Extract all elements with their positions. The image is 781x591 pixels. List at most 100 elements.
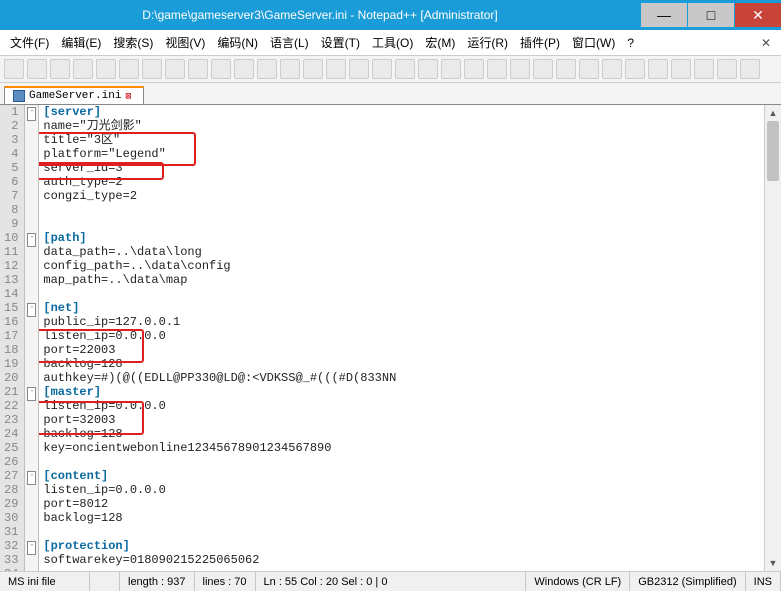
- code-line[interactable]: [43, 525, 764, 539]
- window-title: D:\game\gameserver3\GameServer.ini - Not…: [0, 8, 640, 22]
- tool-misc3-icon[interactable]: [717, 59, 737, 79]
- code-line[interactable]: [43, 287, 764, 301]
- menu-language[interactable]: 语言(L): [264, 32, 315, 53]
- menu-plugins[interactable]: 插件(P): [514, 32, 566, 53]
- tool-replace-icon[interactable]: [303, 59, 323, 79]
- tab-close-icon[interactable]: ⊠: [125, 91, 135, 101]
- tool-misc1-icon[interactable]: [671, 59, 691, 79]
- code-line[interactable]: [net]: [43, 301, 764, 315]
- tool-record-icon[interactable]: [556, 59, 576, 79]
- menu-window[interactable]: 窗口(W): [566, 32, 621, 53]
- code-line[interactable]: [43, 217, 764, 231]
- minimize-button[interactable]: —: [641, 3, 687, 27]
- scroll-up-icon[interactable]: ▲: [765, 105, 781, 121]
- tool-closeall-icon[interactable]: [119, 59, 139, 79]
- code-line[interactable]: config_path=..\data\config: [43, 259, 764, 273]
- vertical-scrollbar[interactable]: ▲ ▼: [764, 105, 781, 571]
- code-area[interactable]: [server]name="刀光剑影"title="3区"platform="L…: [39, 105, 764, 571]
- tool-undo-icon[interactable]: [234, 59, 254, 79]
- code-line[interactable]: softwarekey=018090215225065062: [43, 553, 764, 567]
- tool-redo-icon[interactable]: [257, 59, 277, 79]
- code-line[interactable]: backlog=128: [43, 427, 764, 441]
- tool-lang-icon[interactable]: [648, 59, 668, 79]
- tool-new-icon[interactable]: [4, 59, 24, 79]
- tool-docmap-icon[interactable]: [510, 59, 530, 79]
- code-line[interactable]: [43, 455, 764, 469]
- menu-view[interactable]: 视图(V): [159, 32, 211, 53]
- code-line[interactable]: [content]: [43, 469, 764, 483]
- code-line[interactable]: map_path=..\data\map: [43, 273, 764, 287]
- tool-print-icon[interactable]: [142, 59, 162, 79]
- menu-macro[interactable]: 宏(M): [419, 32, 461, 53]
- tool-sync-icon[interactable]: [372, 59, 392, 79]
- code-line[interactable]: listen_ip=0.0.0.0: [43, 483, 764, 497]
- line-number: 30: [4, 511, 18, 525]
- code-line[interactable]: [master]: [43, 385, 764, 399]
- code-line[interactable]: platform="Legend": [43, 147, 764, 161]
- tool-misc2-icon[interactable]: [694, 59, 714, 79]
- tool-monitor-icon[interactable]: [533, 59, 553, 79]
- tool-funclist-icon[interactable]: [487, 59, 507, 79]
- tab-gameserver-ini[interactable]: GameServer.ini ⊠: [4, 86, 144, 104]
- code-line[interactable]: data_path=..\data\long: [43, 245, 764, 259]
- tool-find-icon[interactable]: [280, 59, 300, 79]
- tool-folder-icon[interactable]: [464, 59, 484, 79]
- tool-playmulti-icon[interactable]: [625, 59, 645, 79]
- code-line[interactable]: name="刀光剑影": [43, 119, 764, 133]
- menu-edit[interactable]: 编辑(E): [55, 32, 107, 53]
- code-line[interactable]: public_ip=127.0.0.1: [43, 315, 764, 329]
- line-number: 34: [4, 567, 18, 571]
- code-line[interactable]: server_id=3: [43, 161, 764, 175]
- line-number: 19: [4, 357, 18, 371]
- menu-help[interactable]: ?: [621, 34, 640, 52]
- code-line[interactable]: backlog=128: [43, 511, 764, 525]
- tool-open-icon[interactable]: [27, 59, 47, 79]
- menu-settings[interactable]: 设置(T): [315, 32, 366, 53]
- code-line[interactable]: listen_ip=0.0.0.0: [43, 399, 764, 413]
- tool-stop-icon[interactable]: [602, 59, 622, 79]
- code-line[interactable]: listen_ip=0.0.0.0: [43, 329, 764, 343]
- code-line[interactable]: [43, 203, 764, 217]
- menu-encoding[interactable]: 编码(N): [211, 32, 264, 53]
- code-line[interactable]: [43, 567, 764, 571]
- tool-zoomin-icon[interactable]: [326, 59, 346, 79]
- menu-file[interactable]: 文件(F): [4, 32, 55, 53]
- code-line[interactable]: backlog=128: [43, 357, 764, 371]
- tool-paste-icon[interactable]: [211, 59, 231, 79]
- code-line[interactable]: key=oncientwebonline12345678901234567890: [43, 441, 764, 455]
- scrollbar-thumb[interactable]: [767, 121, 779, 181]
- status-eol: Windows (CR LF): [526, 572, 630, 591]
- code-line[interactable]: [protection]: [43, 539, 764, 553]
- close-button[interactable]: ✕: [735, 3, 781, 27]
- code-line[interactable]: congzi_type=2: [43, 189, 764, 203]
- tool-save-icon[interactable]: [50, 59, 70, 79]
- menu-run[interactable]: 运行(R): [461, 32, 514, 53]
- code-line[interactable]: port=22003: [43, 343, 764, 357]
- line-number: 12: [4, 259, 18, 273]
- tool-cut-icon[interactable]: [165, 59, 185, 79]
- menu-search[interactable]: 搜索(S): [107, 32, 159, 53]
- line-number: 11: [4, 245, 18, 259]
- tabbar: GameServer.ini ⊠: [0, 83, 781, 105]
- tool-close-icon[interactable]: [96, 59, 116, 79]
- tool-saveall-icon[interactable]: [73, 59, 93, 79]
- menu-tools[interactable]: 工具(O): [366, 32, 419, 53]
- maximize-button[interactable]: □: [688, 3, 734, 27]
- code-line[interactable]: auth_type=2: [43, 175, 764, 189]
- tool-play-icon[interactable]: [579, 59, 599, 79]
- code-line[interactable]: port=32003: [43, 413, 764, 427]
- code-line[interactable]: [server]: [43, 105, 764, 119]
- code-line[interactable]: [path]: [43, 231, 764, 245]
- line-number: 6: [4, 175, 18, 189]
- tool-copy-icon[interactable]: [188, 59, 208, 79]
- code-line[interactable]: port=8012: [43, 497, 764, 511]
- tool-zoomout-icon[interactable]: [349, 59, 369, 79]
- tool-indent-icon[interactable]: [441, 59, 461, 79]
- code-line[interactable]: authkey=#)(@((EDLL@PP330@LD@:<VDKSS@_#((…: [43, 371, 764, 385]
- code-line[interactable]: title="3区": [43, 133, 764, 147]
- tool-wrap-icon[interactable]: [395, 59, 415, 79]
- tool-showall-icon[interactable]: [418, 59, 438, 79]
- tool-misc4-icon[interactable]: [740, 59, 760, 79]
- menubar-close-icon[interactable]: ✕: [755, 36, 777, 50]
- scroll-down-icon[interactable]: ▼: [765, 555, 781, 571]
